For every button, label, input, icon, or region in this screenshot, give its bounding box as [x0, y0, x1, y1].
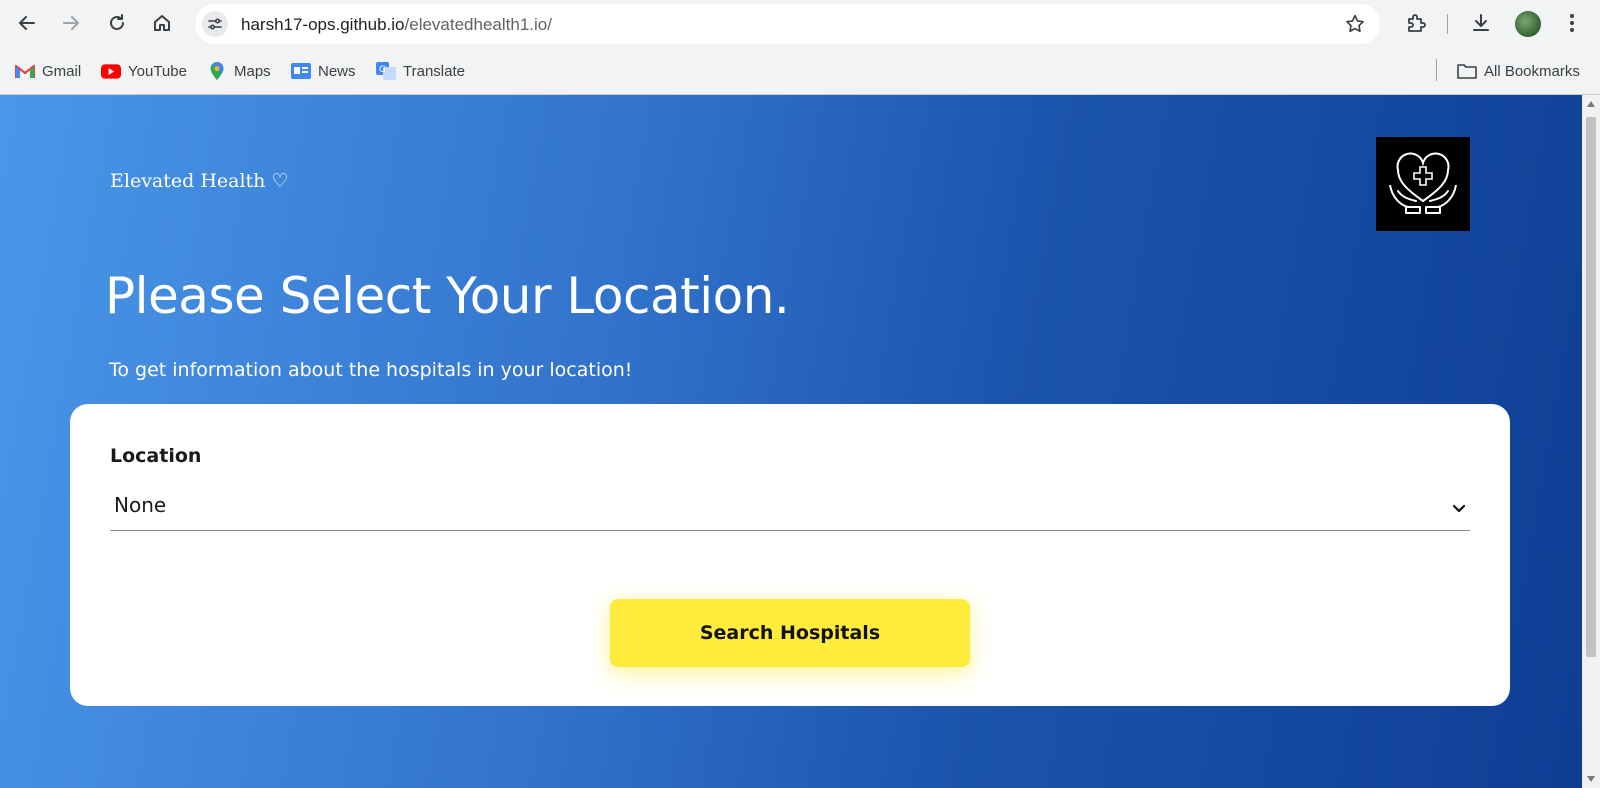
bookmarks-divider	[1436, 59, 1437, 81]
page-subtitle: To get information about the hospitals i…	[109, 359, 633, 381]
scroll-thumb[interactable]	[1586, 117, 1596, 657]
scroll-down-arrow-icon[interactable]	[1587, 776, 1595, 782]
scroll-up-arrow-icon[interactable]	[1587, 101, 1595, 107]
forward-arrow-icon	[63, 16, 79, 30]
home-icon	[154, 15, 170, 31]
bookmark-youtube[interactable]: YouTube	[101, 60, 187, 82]
folder-icon	[1457, 62, 1477, 80]
bookmark-news[interactable]: News	[291, 60, 356, 82]
youtube-icon	[101, 62, 121, 80]
site-info-icon[interactable]	[202, 11, 228, 37]
url-host: harsh17-ops.github.io	[241, 15, 405, 34]
bookmark-label: YouTube	[128, 62, 187, 80]
extensions-icon[interactable]	[1403, 10, 1429, 36]
all-bookmarks-label: All Bookmarks	[1484, 62, 1580, 80]
bookmark-maps[interactable]: Maps	[207, 60, 271, 82]
forward-button[interactable]	[54, 6, 88, 40]
svg-text:G: G	[379, 65, 386, 75]
search-hospitals-button[interactable]: Search Hospitals	[610, 599, 970, 667]
bookmarks-bar: Gmail YouTube Maps News G Translate All …	[0, 48, 1600, 95]
brand-name[interactable]: Elevated Health ♡	[110, 170, 289, 192]
maps-icon	[207, 62, 227, 80]
chevron-down-icon	[1452, 504, 1466, 513]
location-select-value: None	[114, 493, 167, 517]
hospital-logo	[1376, 137, 1470, 231]
bookmark-label: Translate	[403, 62, 465, 80]
location-form-card: Location None Search Hospitals	[70, 404, 1510, 706]
browser-toolbar: harsh17-ops.github.io/elevatedhealth1.io…	[0, 0, 1600, 48]
location-select[interactable]: None	[110, 486, 1470, 531]
menu-kebab-icon[interactable]	[1559, 10, 1585, 36]
url-text[interactable]: harsh17-ops.github.io/elevatedhealth1.io…	[241, 15, 552, 35]
download-icon[interactable]	[1468, 10, 1494, 36]
home-button[interactable]	[145, 6, 179, 40]
toolbar-divider	[1447, 14, 1448, 34]
reload-icon	[110, 14, 124, 30]
bookmark-star-icon[interactable]	[1344, 13, 1366, 35]
bookmark-label: Maps	[234, 62, 271, 80]
page-hero: Elevated Health ♡ Please Select Your Loc…	[0, 95, 1582, 788]
bookmark-gmail[interactable]: Gmail	[15, 60, 81, 82]
profile-avatar[interactable]	[1515, 11, 1541, 37]
page-title: Please Select Your Location.	[105, 267, 790, 325]
page-scrollbar[interactable]	[1582, 95, 1600, 788]
translate-icon: G	[376, 62, 396, 80]
bookmark-label: News	[318, 62, 356, 80]
reload-button[interactable]	[100, 6, 134, 40]
back-button[interactable]	[10, 6, 44, 40]
back-arrow-icon	[19, 16, 35, 30]
all-bookmarks-button[interactable]: All Bookmarks	[1457, 60, 1580, 82]
url-path: /elevatedhealth1.io/	[404, 15, 552, 34]
heart-hands-icon	[1389, 152, 1457, 214]
gmail-icon	[15, 62, 35, 80]
bookmark-label: Gmail	[42, 62, 82, 80]
address-bar[interactable]: harsh17-ops.github.io/elevatedhealth1.io…	[195, 4, 1380, 44]
bookmark-translate[interactable]: G Translate	[376, 60, 465, 82]
news-icon	[291, 62, 311, 80]
location-label: Location	[110, 445, 202, 467]
